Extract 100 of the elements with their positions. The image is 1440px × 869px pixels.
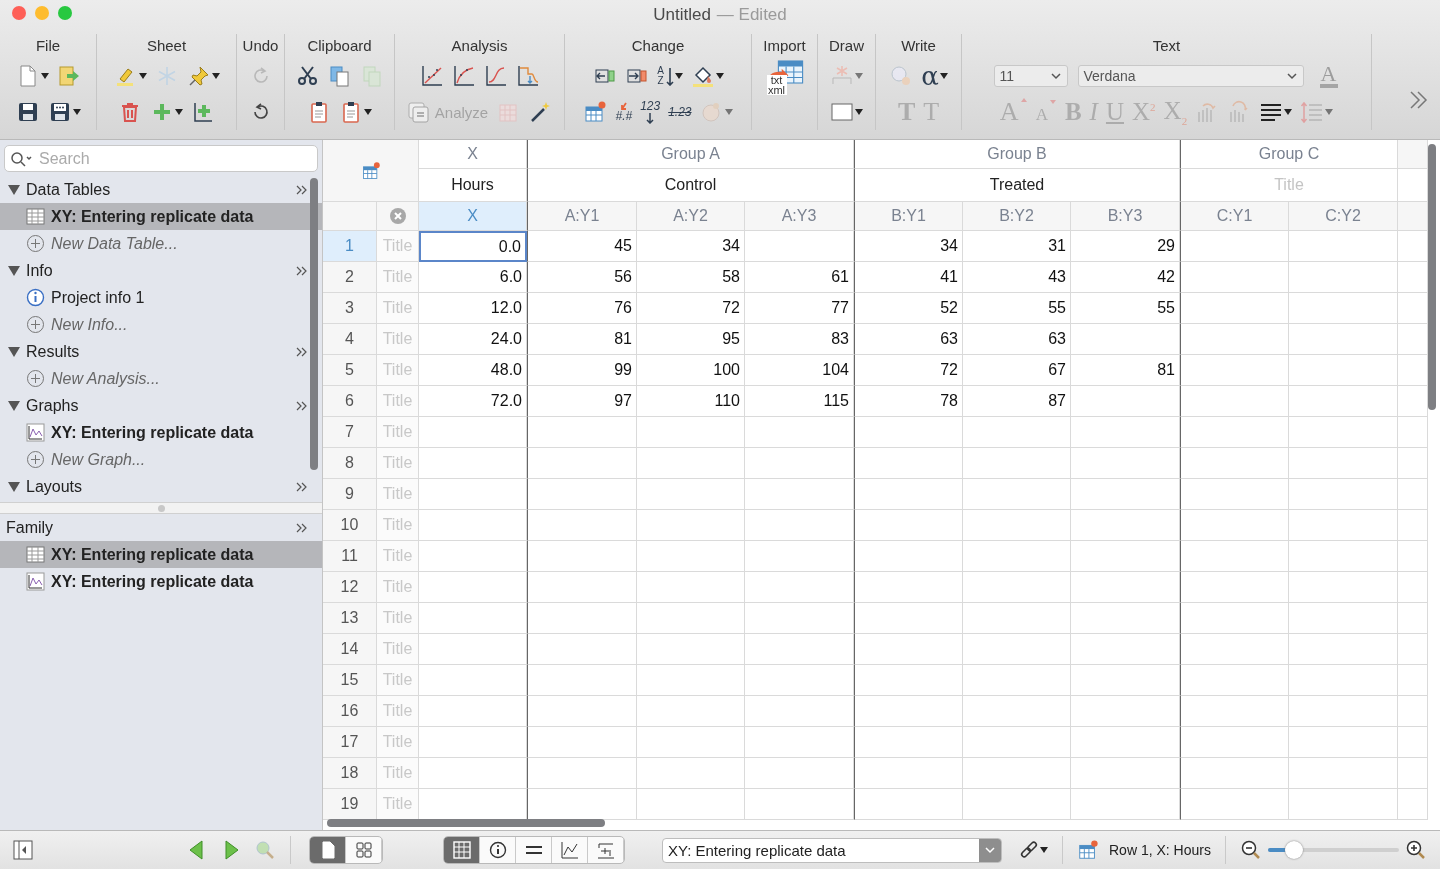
table-cell [1398, 758, 1428, 789]
search-field[interactable]: Search [4, 145, 318, 172]
sheet-dropdown[interactable]: XY: Entering replicate data [662, 837, 1002, 863]
navigator-item[interactable]: New Graph... [0, 446, 322, 473]
disclosure-triangle-icon [8, 399, 20, 412]
column-header[interactable]: C:Y1 [1180, 202, 1289, 231]
caret-icon [1040, 847, 1048, 853]
column-header[interactable]: B:Y2 [963, 202, 1071, 231]
alpha-button[interactable]: α [919, 59, 950, 93]
slider-thumb[interactable] [1285, 841, 1304, 859]
clear-icon[interactable] [388, 207, 407, 225]
table-cell: 104 [745, 355, 854, 386]
navigator-item[interactable]: XY: Entering replicate data [0, 568, 322, 595]
page-view-button[interactable] [310, 837, 346, 863]
sigmoid-chart-icon [483, 64, 508, 88]
column-header[interactable]: B:Y1 [854, 202, 963, 231]
caret-icon [724, 109, 733, 115]
magnifier-button[interactable] [254, 839, 276, 861]
navigator-item[interactable]: New Info... [0, 311, 322, 338]
link-icon [1018, 839, 1040, 861]
navigator-item[interactable]: Project info 1 [0, 284, 322, 311]
row-number[interactable]: 7 [323, 417, 377, 448]
navigator-item[interactable]: XY: Entering replicate data [0, 419, 322, 446]
decimal-button[interactable]: 1.23 [666, 103, 694, 121]
sidebar-toggle-button[interactable] [12, 839, 34, 861]
toolbar-group-label: Undo [242, 36, 279, 56]
row-number[interactable]: 9 [323, 479, 377, 510]
caret-icon [674, 73, 683, 79]
navigator-item[interactable]: XY: Entering replicate data [0, 541, 322, 568]
sort-button[interactable]: AZ [654, 64, 685, 88]
zoom-in-button[interactable] [1404, 839, 1427, 861]
column-header[interactable]: A:Y1 [527, 202, 637, 231]
caret-icon [855, 73, 863, 79]
row-number[interactable]: 15 [323, 665, 377, 696]
link-button[interactable] [1018, 839, 1048, 861]
table-cell [1398, 696, 1428, 727]
section-header[interactable]: Data Tables [0, 176, 322, 203]
column-header[interactable]: A:Y2 [637, 202, 745, 231]
column-header[interactable]: B:Y3 [1071, 202, 1180, 231]
import-table-button[interactable]: txt xml [760, 55, 809, 97]
row-number[interactable]: 16 [323, 696, 377, 727]
row-number[interactable]: 6 [323, 386, 377, 417]
row-number[interactable]: 17 [323, 727, 377, 758]
section-header[interactable]: Info [0, 257, 322, 284]
row-number[interactable]: 10 [323, 510, 377, 541]
navigator-item[interactable]: XY: Entering replicate data [0, 203, 322, 230]
zoom-out-button[interactable] [1239, 839, 1262, 861]
scrollbar-thumb[interactable] [327, 819, 605, 827]
table-cell: 52 [854, 293, 963, 324]
double-chevron-icon [296, 183, 308, 196]
table-cell: 78 [854, 386, 963, 417]
section-header[interactable]: Graphs [0, 392, 322, 419]
table-cell: 34 [854, 231, 963, 262]
number-format-button[interactable]: #.# [613, 100, 635, 124]
row-number[interactable]: 5 [323, 355, 377, 386]
row-number[interactable]: 11 [323, 541, 377, 572]
table-cell: 81 [527, 324, 637, 355]
group-title[interactable]: Hours [419, 169, 527, 202]
zoom-button[interactable] [58, 6, 72, 20]
toolbar-group-label: Import [763, 36, 806, 56]
close-button[interactable] [12, 6, 26, 20]
section-header[interactable]: Layouts [0, 473, 322, 500]
caret-icon [1325, 109, 1334, 115]
column-header[interactable]: C:Y2 [1289, 202, 1398, 231]
table-icon [1077, 839, 1099, 861]
table-star-icon [583, 100, 608, 124]
zoom-slider[interactable] [1267, 841, 1399, 859]
scrollbar-thumb[interactable] [1428, 144, 1436, 410]
row-number[interactable]: 2 [323, 262, 377, 293]
number-sort-button[interactable]: 123 [638, 98, 663, 126]
section-header[interactable]: Results [0, 338, 322, 365]
splitter-handle[interactable] [157, 504, 165, 512]
table-cell: 100 [637, 355, 745, 386]
navigator-item[interactable]: New Data Table... [0, 230, 322, 257]
table-sheet-button[interactable] [444, 837, 480, 863]
row-number[interactable]: 14 [323, 634, 377, 665]
table-cell: 48.0 [419, 355, 527, 386]
group-title[interactable]: Control [527, 169, 854, 202]
disclosure-triangle-icon [8, 480, 20, 493]
row-number[interactable]: 13 [323, 603, 377, 634]
row-number[interactable]: 8 [323, 448, 377, 479]
table-cell: 41 [854, 262, 963, 293]
table-cell: 34 [637, 231, 745, 262]
navigator-item[interactable]: New Analysis... [0, 365, 322, 392]
scrollbar-thumb[interactable] [310, 178, 318, 470]
column-header[interactable]: A:Y3 [745, 202, 854, 231]
row-number[interactable]: 4 [323, 324, 377, 355]
group-title[interactable]: Treated [854, 169, 1180, 202]
row-number[interactable]: 18 [323, 758, 377, 789]
row-number[interactable]: 19 [323, 789, 377, 820]
row-number[interactable]: 12 [323, 572, 377, 603]
table-cell: 24.0 [419, 324, 527, 355]
font-dropdown[interactable]: Verdana [1077, 65, 1304, 87]
caret-icon [40, 73, 49, 79]
row-number[interactable]: 3 [323, 293, 377, 324]
table-cell: 61 [745, 262, 854, 293]
column-header [1398, 202, 1428, 231]
search-icon [10, 151, 34, 167]
font-size-dropdown[interactable]: 11 [993, 65, 1068, 87]
add-icon [26, 315, 45, 334]
